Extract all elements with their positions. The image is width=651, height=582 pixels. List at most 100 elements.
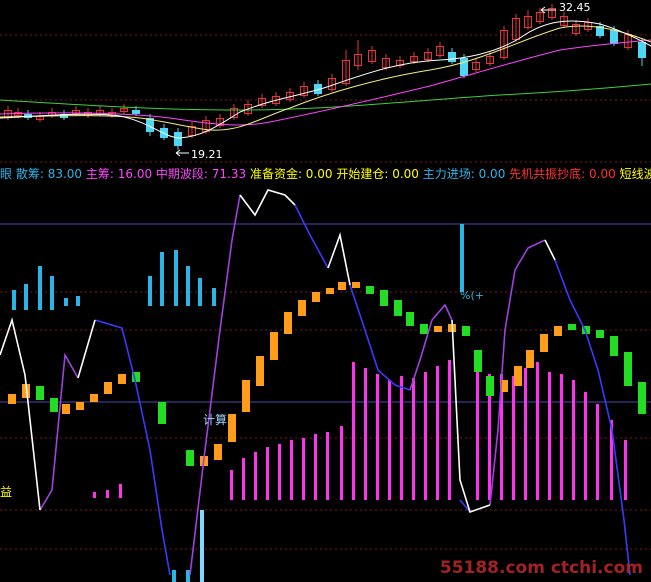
cyan-bar [160,252,164,306]
orange-block [90,394,98,402]
pink-bar [364,368,367,500]
cyan-bar [186,266,190,306]
green-block [380,290,388,306]
cyan-bar [174,250,178,306]
pink-bar [340,426,343,500]
orange-block [312,292,320,302]
low-arrow [175,149,189,157]
pink-bar [476,368,479,500]
cyan-bar [12,290,16,310]
pink-bar [448,360,451,500]
orange-block [76,402,84,410]
pink-bar [524,368,527,500]
orange-block [104,382,112,394]
orange-block [352,282,360,288]
legend-item: 短线波段: [619,167,651,181]
indicator-panel[interactable]: 计算 %(+ 益 [0,189,651,582]
orange-block [554,326,562,336]
candle-body [610,30,618,44]
orange-block [526,350,534,368]
cyan-bar [50,276,54,310]
legend-item: 主力进场: 0.00 [422,167,510,181]
ma-white-line [0,20,651,139]
pink-bar [572,380,575,500]
orange-block [214,444,222,460]
percent-annotation: %(+ [460,289,484,302]
orange-block [8,394,16,404]
pink-bar [242,458,245,500]
orange-block [434,326,442,332]
green-block [394,300,402,316]
green-block [568,324,576,330]
green-block [420,324,428,334]
cyan-bar [64,298,68,306]
orange-block [228,414,236,442]
pink-bar [512,376,515,500]
orange-block [62,404,70,414]
orange-block [256,356,264,386]
pink-bar [412,378,415,500]
cyan-bar [186,570,190,582]
legend-item: 开始建仓: 0.00 [336,167,423,181]
pink-bar [400,376,403,500]
pink-bar [314,434,317,500]
price-panel[interactable]: 32.45 19.21 [0,1,651,163]
candlestick-series [4,4,646,150]
cyan-bar [76,296,80,306]
cyan-bar [38,266,42,310]
cyan-bar [172,570,176,582]
green-block [474,350,482,372]
legend-left-glyph: 眼 [0,167,13,181]
cyan-bar [198,278,202,306]
green-block [36,386,44,400]
orange-block [514,366,522,386]
pink-bar [548,372,551,500]
pink-bar [254,452,257,500]
candle-body [132,110,140,114]
pink-bar [106,490,109,498]
green-block [186,450,194,466]
purple-wave-line [39,194,546,576]
pink-bar [352,362,355,500]
pink-bar [119,484,122,498]
green-block [462,326,470,336]
orange-block [284,312,292,334]
cyan-bar [148,276,152,306]
legend-item: 散筹: 83.00 [15,167,86,181]
green-block [366,286,374,294]
pink-bar [584,392,587,500]
green-block [158,402,166,424]
legend-items: 散筹: 83.00 主筹: 16.00 中期波段: 71.33 准备资金: 0.… [16,167,651,181]
orange-block [326,288,334,294]
pink-bar [624,440,627,500]
indicator-legend: 眼 散筹: 83.00 主筹: 16.00 中期波段: 71.33 准备资金: … [0,166,651,183]
calc-annotation: 计算 [203,412,227,427]
green-block [624,352,632,386]
orange-block [338,282,346,290]
stock-chart-canvas: 32.45 19.21 计算 %(+ 益 [0,1,651,582]
green-block [486,376,494,396]
watermark-logo: 55188.com ctchi.com [439,558,643,578]
candle-body [638,42,646,58]
pink-bar [326,432,329,500]
pink-bar [290,440,293,500]
cyan-bar [200,510,204,582]
pink-bar [278,444,281,500]
pink-bar-series [93,360,627,500]
cyan-bar [212,288,216,306]
pink-bar [376,374,379,500]
side-annotation: 益 [0,485,12,499]
candle-body [174,132,182,146]
candle-body [460,58,468,76]
pink-bar [424,372,427,500]
green-block [50,398,58,412]
ma-magenta-line [0,39,651,126]
orange-block [242,380,250,412]
cyan-bar [24,284,28,310]
green-block [638,382,646,414]
pink-bar [302,438,305,500]
candle-body [448,52,456,62]
pink-bar [596,404,599,500]
pink-bar [536,362,539,500]
green-block [610,336,618,356]
